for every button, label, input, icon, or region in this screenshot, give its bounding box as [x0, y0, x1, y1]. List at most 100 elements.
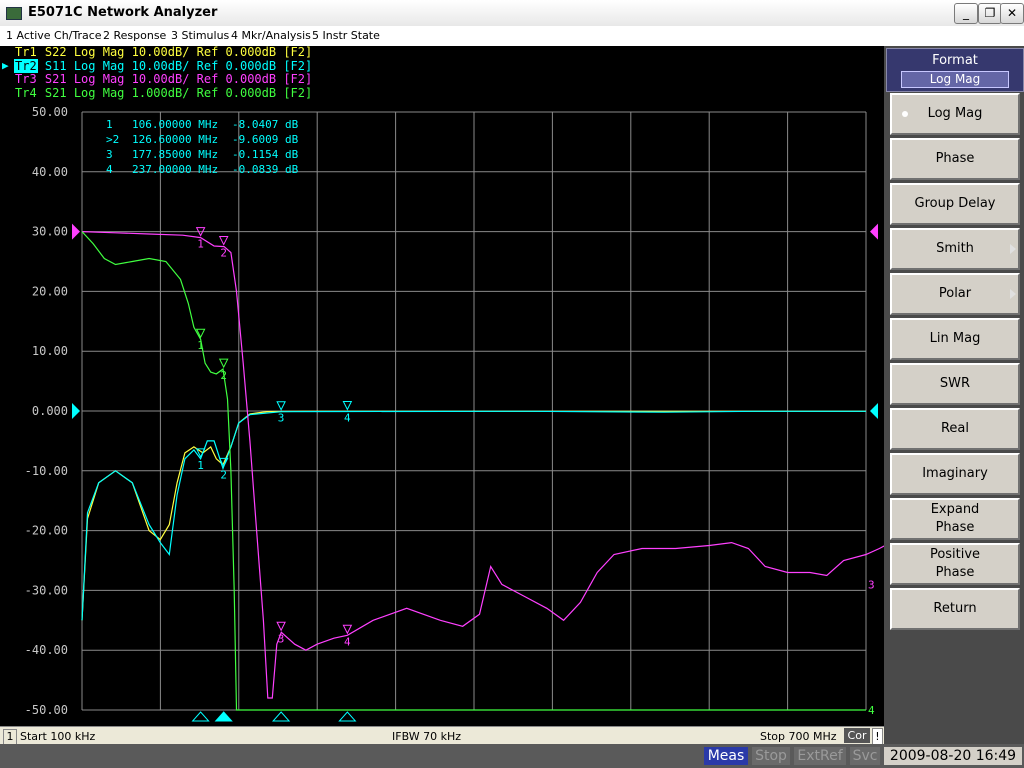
trace-row[interactable]: Tr3 S21 Log Mag 10.00dB/ Ref 0.000dB [F2…: [0, 72, 313, 87]
app-icon: [6, 7, 22, 20]
svc-status: Svc: [850, 747, 880, 765]
reference-arrow-icon: [72, 403, 80, 419]
y-tick-label: 0.000: [32, 404, 68, 418]
y-tick-label: 10.00: [32, 344, 68, 358]
menu-stimulus[interactable]: 3 Stimulus: [171, 29, 229, 42]
trace-row[interactable]: Tr2 S11 Log Mag 10.00dB/ Ref 0.000dB [F2…: [0, 58, 313, 74]
channel-status-bar: 1 Start 100 kHz IFBW 70 kHz Stop 700 MHz…: [0, 726, 884, 745]
softkey-menu-title: Format Log Mag: [886, 48, 1024, 92]
stimulus-marker-icon: [271, 711, 291, 722]
softkey-group-delay[interactable]: Group Delay: [890, 183, 1020, 225]
softkey-label: SWR: [939, 376, 971, 391]
measurement-screen[interactable]: 50.00 40.00 30.00 20.00 10.00 0.000 -10.00 -20.…: [0, 45, 884, 726]
softkey-lin-mag[interactable]: Lin Mag: [890, 318, 1020, 360]
warning-badge: !: [872, 728, 883, 745]
marker-label: 4: [344, 411, 351, 424]
stop-status: Stop: [752, 747, 790, 765]
y-tick-label: 20.00: [32, 284, 68, 298]
softkey-phase[interactable]: Phase: [890, 138, 1020, 180]
y-tick-label: 50.00: [32, 105, 68, 119]
y-tick-label: 40.00: [32, 165, 68, 179]
trace-label[interactable]: Tr1: [14, 45, 38, 59]
marker-label: 2: [220, 247, 227, 260]
softkey-label: Expand Phase: [930, 502, 980, 535]
trace-label[interactable]: Tr2: [14, 58, 38, 73]
softkey-smith[interactable]: Smith: [890, 228, 1020, 270]
active-trace-arrow-icon: ▶: [2, 59, 9, 72]
softkey-label: Imaginary: [922, 466, 988, 481]
marker-value: -8.0407 dB: [232, 118, 299, 131]
window-title: E5071C Network Analyzer: [28, 5, 218, 20]
softkey-expand-phase[interactable]: Expand Phase: [890, 498, 1020, 540]
menu-instr-state[interactable]: 5 Instr State: [312, 29, 380, 42]
extref-status: ExtRef: [794, 747, 846, 765]
trace-row[interactable]: Tr1 S22 Log Mag 10.00dB/ Ref 0.000dB [F2…: [0, 45, 313, 60]
trace-label[interactable]: Tr4: [14, 86, 38, 100]
softkey-swr[interactable]: SWR: [890, 363, 1020, 405]
softkey-return[interactable]: Return: [890, 588, 1020, 630]
softkey-polar[interactable]: Polar: [890, 273, 1020, 315]
marker-value: -0.0839 dB: [232, 163, 299, 176]
softkey-log-mag[interactable]: Log Mag: [890, 93, 1020, 135]
trace-settings: S11 Log Mag 10.00dB/ Ref 0.000dB [F2]: [44, 58, 313, 73]
trace-end-label: 3: [868, 578, 875, 591]
softkey-title-value: Log Mag: [901, 71, 1009, 88]
y-tick-label: -30.00: [25, 583, 68, 597]
restore-button[interactable]: ❐: [978, 3, 1002, 24]
marker-label: 1: [197, 459, 204, 472]
submenu-arrow-icon: [1010, 244, 1016, 254]
marker-id: >2: [106, 133, 119, 146]
marker-triangle-icon: [276, 621, 286, 632]
ifbw-value[interactable]: IFBW 70 kHz: [392, 730, 461, 743]
y-tick-label: 30.00: [32, 225, 68, 239]
softkey-label: Positive Phase: [929, 547, 981, 580]
marker-value: -0.1154 dB: [232, 148, 299, 161]
menu-response[interactable]: 2 Response: [103, 29, 166, 42]
softkey-label: Log Mag: [927, 106, 983, 121]
softkey-positive-phase[interactable]: Positive Phase: [890, 543, 1020, 585]
minimize-button[interactable]: _: [954, 3, 978, 24]
channel-number[interactable]: 1: [3, 729, 17, 745]
stimulus-marker-icon: [191, 711, 210, 722]
softkey-label: Lin Mag: [929, 331, 981, 346]
title-bar: E5071C Network Analyzer _ ❐ ✕: [0, 0, 1024, 27]
menu-mkr-analysis[interactable]: 4 Mkr/Analysis: [231, 29, 311, 42]
trace-row[interactable]: Tr4 S21 Log Mag 1.000dB/ Ref 0.000dB [F2…: [0, 85, 313, 101]
softkey-imaginary[interactable]: Imaginary: [890, 453, 1020, 495]
trace-settings: S21 Log Mag 10.00dB/ Ref 0.000dB [F2]: [44, 72, 313, 86]
y-tick-label: -20.00: [25, 524, 68, 538]
softkey-label: Phase: [935, 151, 975, 166]
instrument-status-bar: Meas Stop ExtRef Svc 2009-08-20 16:49: [0, 744, 1024, 768]
start-frequency[interactable]: Start 100 kHz: [20, 730, 95, 743]
y-tick-label: -40.00: [25, 643, 68, 657]
close-button[interactable]: ✕: [1000, 3, 1024, 24]
trace-header: ▶ Tr1 S22 Log Mag 10.00dB/ Ref 0.000dB […: [0, 45, 313, 101]
marker-triangle-icon: [218, 358, 229, 369]
trace-label[interactable]: Tr3: [14, 72, 38, 86]
softkey-label: Return: [933, 601, 977, 616]
y-tick-label: -10.00: [25, 464, 68, 478]
marker-triangle-icon: [342, 624, 353, 635]
marker-label: 2: [220, 468, 227, 481]
submenu-arrow-icon: [1010, 289, 1016, 299]
softkey-panel: Format Log Mag Log Mag Phase Group Delay Sm…: [884, 46, 1024, 744]
trace-settings: S21 Log Mag 1.000dB/ Ref 0.000dB [F2]: [44, 85, 313, 100]
marker-label: 3: [278, 632, 285, 645]
marker-value: -9.6009 dB: [232, 133, 299, 146]
meas-status: Meas: [704, 747, 748, 765]
correction-badge: Cor: [844, 728, 870, 743]
menu-active-ch-trace[interactable]: 1 Active Ch/Trace: [6, 29, 102, 42]
menu-bar: 1 Active Ch/Trace 2 Response 3 Stimulus …: [0, 26, 1024, 47]
softkey-label: Smith: [936, 241, 974, 256]
marker-triangle-icon: [342, 400, 353, 411]
softkey-real[interactable]: Real: [890, 408, 1020, 450]
stop-frequency[interactable]: Stop 700 MHz: [760, 730, 837, 743]
trace-plot[interactable]: 50.00 40.00 30.00 20.00 10.00 0.000 -10.00 -20.…: [0, 46, 884, 726]
marker-label: 2: [220, 369, 227, 382]
marker-id: 1: [106, 118, 113, 131]
trace-settings: S22 Log Mag 10.00dB/ Ref 0.000dB [F2]: [44, 45, 313, 59]
marker-label: 3: [278, 412, 285, 425]
marker-id: 3: [106, 148, 113, 161]
softkey-label: Real: [940, 421, 970, 436]
y-tick-label: -50.00: [25, 703, 68, 717]
